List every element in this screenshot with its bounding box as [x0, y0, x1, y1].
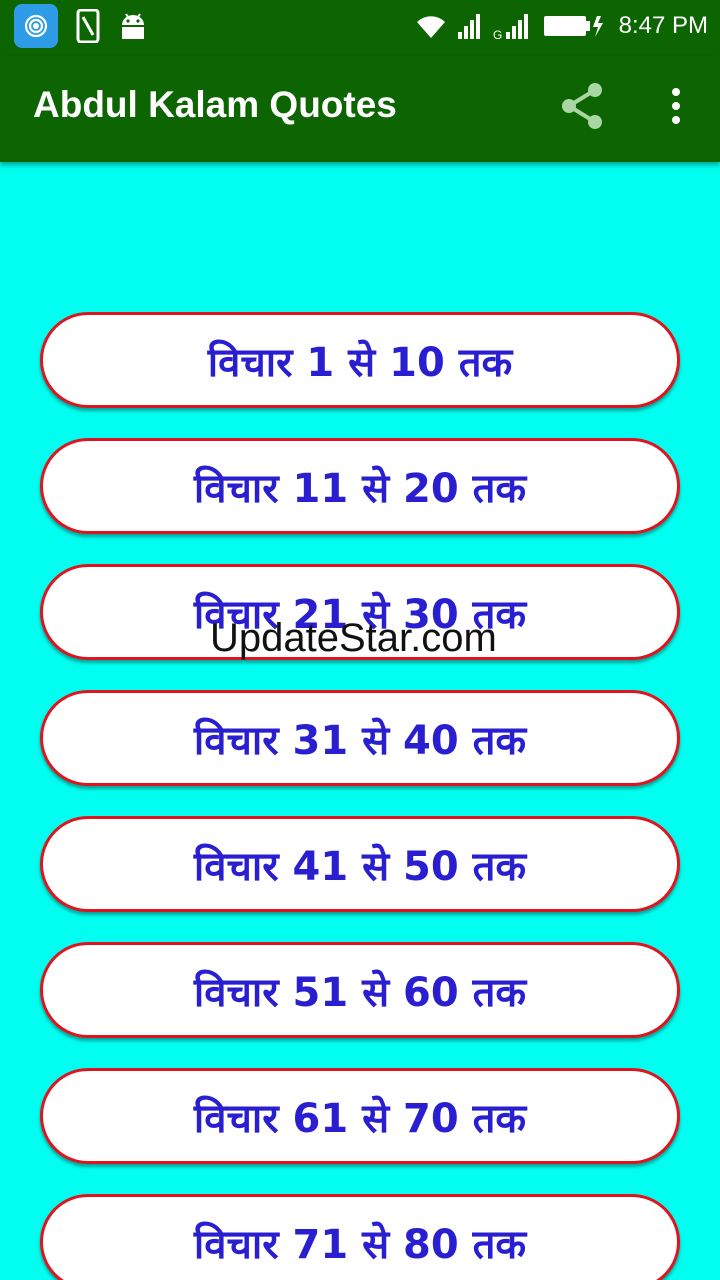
quotes-31-40-button[interactable]: विचार 31 से 40 तक [40, 690, 680, 786]
wifi-icon [415, 12, 447, 40]
notification-icons [14, 4, 148, 48]
android-icon [118, 11, 148, 41]
quotes-51-60-button[interactable]: विचार 51 से 60 तक [40, 942, 680, 1038]
share-button[interactable] [554, 80, 610, 136]
share-icon [558, 81, 606, 135]
battery-icon [543, 12, 605, 40]
system-icons: G 8:47 PM [415, 8, 708, 44]
quotes-61-70-button[interactable]: विचार 61 से 70 तक [40, 1068, 680, 1164]
quote-range-list: विचार 1 से 10 तक विचार 11 से 20 तक विचार… [40, 312, 680, 1280]
signal-icon [457, 12, 483, 40]
app-bar: Abdul Kalam Quotes [0, 56, 720, 162]
quotes-1-10-button[interactable]: विचार 1 से 10 तक [40, 312, 680, 408]
screen: G 8:47 PM Abdul Kalam Quotes विचार 1 से … [0, 0, 720, 1280]
svg-text:G: G [493, 28, 502, 40]
clock: 8:47 PM [618, 12, 708, 39]
more-vert-icon [670, 86, 682, 130]
quotes-21-30-button[interactable]: विचार 21 से 30 तक [40, 564, 680, 660]
phone-icon [76, 9, 100, 43]
status-bar: G 8:47 PM [0, 0, 720, 56]
signal-g-icon: G [493, 12, 533, 40]
hotspot-app-icon [14, 4, 58, 48]
quotes-11-20-button[interactable]: विचार 11 से 20 तक [40, 438, 680, 534]
more-options-button[interactable] [656, 80, 696, 136]
app-title: Abdul Kalam Quotes [33, 84, 397, 125]
quotes-71-80-button[interactable]: विचार 71 से 80 तक [40, 1194, 680, 1280]
quotes-41-50-button[interactable]: विचार 41 से 50 तक [40, 816, 680, 912]
